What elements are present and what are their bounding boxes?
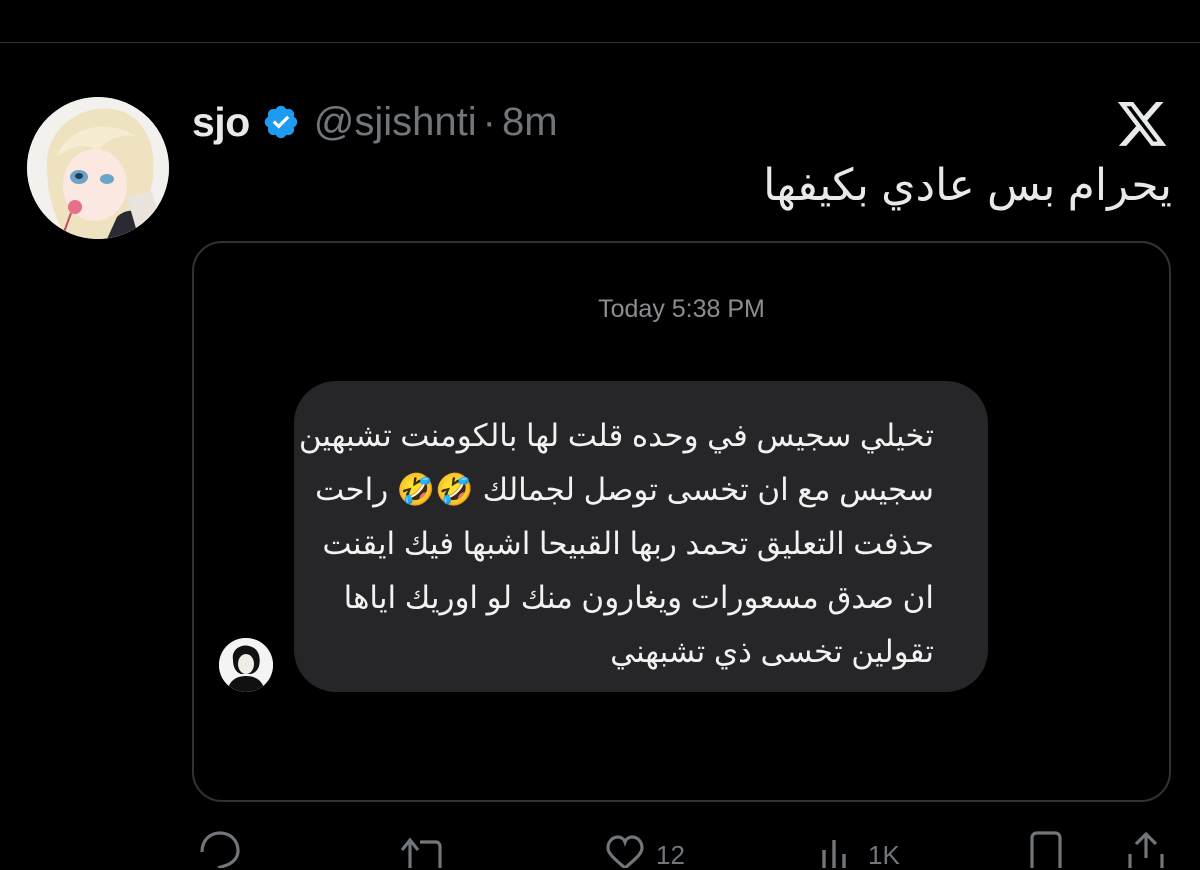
display-name[interactable]: sjo [192, 99, 250, 146]
dm-message-line: سجيس مع ان تخسى توصل لجمالك 🤣🤣 راحت [315, 472, 934, 507]
like-count: 12 [656, 840, 685, 870]
x-logo-icon [1117, 102, 1169, 148]
reply-button[interactable] [196, 828, 242, 868]
tweet-text: يحرام بس عادي بكيفها [763, 161, 1172, 210]
tweet-time[interactable]: 8m [502, 100, 558, 145]
dm-message-line: تقولين تخسى ذي تشبهني [610, 634, 934, 669]
dm-message-line: تخيلي سجيس في وحده قلت لها بالكومنت تشبه… [298, 418, 934, 453]
views-button[interactable]: 1K [818, 828, 900, 868]
dm-timestamp: Today 5:38 PM [598, 295, 765, 323]
author-avatar[interactable] [27, 97, 169, 239]
like-button[interactable]: 12 [604, 828, 685, 868]
reply-icon [196, 828, 242, 868]
tweet-action-bar: 12 1K [0, 828, 1200, 868]
user-handle[interactable]: @sjishnti [314, 100, 477, 145]
retweet-button[interactable] [398, 828, 450, 868]
views-count: 1K [868, 840, 900, 870]
dm-sender-avatar [219, 638, 273, 692]
share-button[interactable] [1124, 828, 1168, 868]
verified-badge-icon [262, 103, 300, 141]
bookmark-button[interactable] [1026, 828, 1066, 868]
dm-message-line: ان صدق مسعورات ويغارون منك لو اوريك اياه… [343, 580, 934, 615]
bookmark-icon [1026, 828, 1066, 868]
tweet-header: sjo @sjishnti · 8m [192, 96, 558, 148]
dm-message-line: حذفت التعليق تحمد ربها القبيحا اشبها فيك… [322, 526, 934, 561]
dm-message-bubble: تخيلي سجيس في وحده قلت لها بالكومنت تشبه… [294, 381, 988, 692]
tweet-media-image[interactable]: Today 5:38 PM تخيلي سجيس في وحده قلت لها… [192, 241, 1171, 802]
separator-dot: · [482, 99, 496, 144]
heart-icon [604, 828, 646, 868]
avatar-illustration [27, 97, 169, 239]
retweet-icon [398, 828, 450, 868]
share-icon [1124, 828, 1168, 868]
top-divider [0, 42, 1200, 43]
views-chart-icon [818, 828, 858, 868]
